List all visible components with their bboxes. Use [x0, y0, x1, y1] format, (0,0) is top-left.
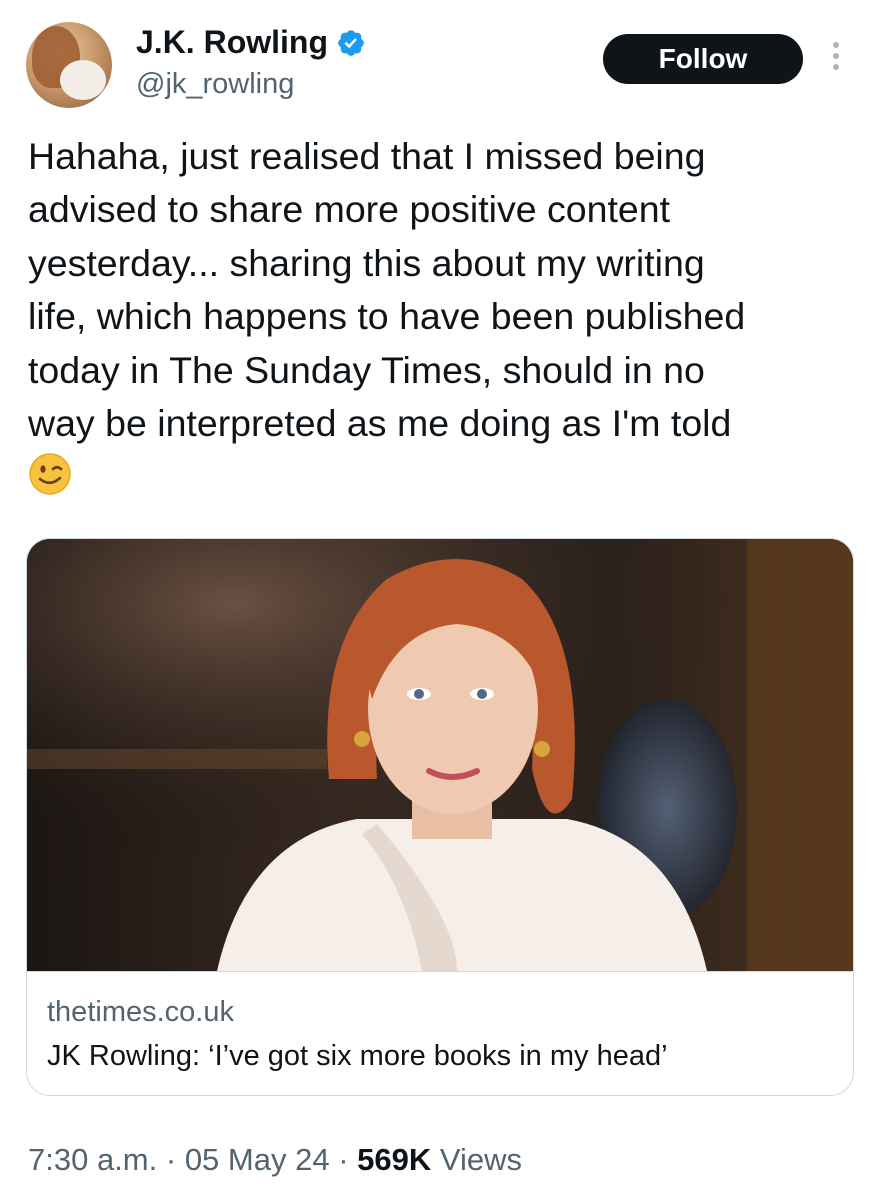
tweet-meta-row: 7:30 a.m. · 05 May 24 · 569K Views [28, 1142, 522, 1178]
link-domain: thetimes.co.uk [47, 996, 234, 1028]
views-count[interactable]: 569K [357, 1142, 431, 1177]
meta-separator: · [329, 1142, 358, 1177]
tweet-date[interactable]: 05 May 24 [185, 1142, 330, 1177]
tweet-time[interactable]: 7:30 a.m. [28, 1142, 157, 1177]
author-avatar[interactable] [26, 22, 112, 108]
meta-separator: · [157, 1142, 185, 1177]
views-label: Views [431, 1142, 522, 1177]
avatar-dog-shape [60, 60, 106, 100]
author-name[interactable]: J.K. Rowling [136, 24, 328, 61]
author-handle[interactable]: @jk_rowling [136, 68, 294, 101]
portrait-photo-illustration [27, 539, 853, 971]
verified-badge-icon [338, 29, 364, 56]
link-preview-card[interactable]: thetimes.co.uk JK Rowling: ‘I’ve got six… [26, 538, 854, 1096]
more-options-icon[interactable] [826, 42, 846, 76]
author-name-row[interactable]: J.K. Rowling [136, 24, 366, 61]
tweet-text: Hahaha, just realised that I missed bein… [28, 135, 746, 445]
winking-face-icon [29, 453, 71, 495]
link-preview-meta[interactable]: thetimes.co.uk JK Rowling: ‘I’ve got six… [27, 971, 853, 1095]
link-title[interactable]: JK Rowling: ‘I’ve got six more books in … [47, 1040, 668, 1073]
link-preview-image[interactable] [27, 539, 853, 971]
follow-button[interactable]: Follow [603, 34, 803, 84]
